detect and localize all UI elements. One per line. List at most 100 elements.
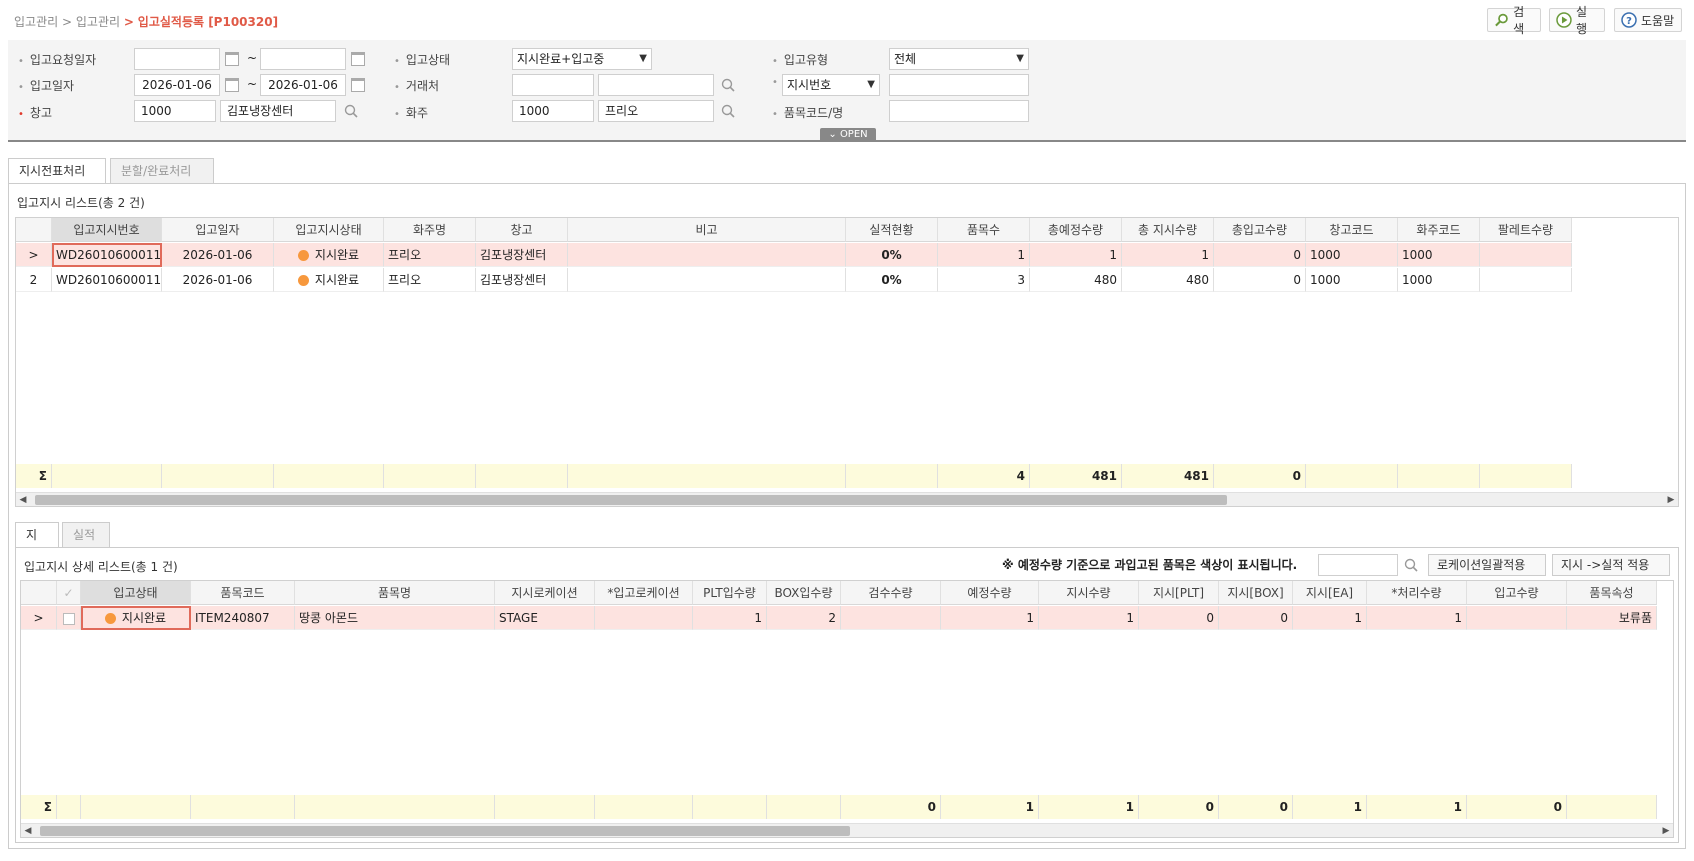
- column-header[interactable]: 검수수량: [841, 581, 941, 605]
- search-icon[interactable]: [343, 103, 359, 119]
- sum-ordered: 481: [1122, 464, 1214, 488]
- detail-filter-input[interactable]: [1318, 554, 1398, 576]
- help-button[interactable]: ? 도움말: [1614, 8, 1682, 32]
- scroll-right-icon[interactable]: ▶: [1659, 824, 1673, 837]
- column-header[interactable]: 지시[BOX]: [1219, 581, 1293, 605]
- cell-items: 1: [938, 243, 1030, 267]
- in-date-to-input[interactable]: 2026-01-06: [260, 74, 346, 96]
- horizontal-scrollbar[interactable]: ◀ ▶: [21, 823, 1673, 837]
- status-select[interactable]: 지시완료+입고중 ▼: [512, 48, 652, 70]
- status-dot-icon: [104, 613, 116, 624]
- column-header[interactable]: 입고지시번호: [52, 218, 162, 242]
- req-date-label: 입고요청일자: [18, 51, 96, 68]
- row-marker: >: [16, 243, 52, 267]
- column-header[interactable]: 총예정수량: [1030, 218, 1122, 242]
- tab-order[interactable]: 지시: [15, 522, 59, 566]
- cell-wh_code: 1000: [1306, 268, 1398, 292]
- column-header[interactable]: 비고: [568, 218, 846, 242]
- column-header[interactable]: 총 지시수량: [1122, 218, 1214, 242]
- column-header[interactable]: 품목속성: [1567, 581, 1657, 605]
- order-no-input[interactable]: [889, 74, 1029, 96]
- help-icon: ?: [1621, 12, 1637, 28]
- select-all-checkbox[interactable]: ✓: [57, 581, 81, 605]
- table-row[interactable]: > 지시완료 ITEM240807 땅콩 아몬드 STAGE 1 2 1 1 0 0 1 1 보류품: [21, 606, 1657, 630]
- column-header[interactable]: 입고수량: [1467, 581, 1567, 605]
- warehouse-code-input[interactable]: 1000: [134, 100, 216, 122]
- vendor-name-input[interactable]: [598, 74, 714, 96]
- cell-in_loc[interactable]: [595, 606, 693, 630]
- search-button[interactable]: 검색: [1487, 5, 1541, 36]
- sum-cell: [295, 795, 495, 819]
- horizontal-scrollbar[interactable]: ◀ ▶: [16, 492, 1678, 506]
- scroll-left-icon[interactable]: ◀: [21, 824, 35, 837]
- cell-note: [568, 243, 846, 267]
- column-header[interactable]: 팔레트수량: [1480, 218, 1572, 242]
- panel-open-toggle[interactable]: ⌄ OPEN: [820, 128, 876, 142]
- cell-process[interactable]: 1: [1367, 606, 1467, 630]
- calendar-icon[interactable]: [225, 78, 239, 92]
- vendor-code-input[interactable]: [512, 74, 594, 96]
- sum-cell: [162, 464, 274, 488]
- cell-planned: 1: [941, 606, 1039, 630]
- warehouse-label: 창고: [18, 104, 52, 121]
- row-checkbox[interactable]: [62, 612, 75, 625]
- scroll-right-icon[interactable]: ▶: [1664, 493, 1678, 506]
- run-button[interactable]: 실행: [1549, 5, 1605, 36]
- search-icon[interactable]: [720, 77, 736, 93]
- search-icon[interactable]: [1403, 557, 1419, 573]
- sum-received: 0: [1214, 464, 1306, 488]
- tab-result[interactable]: 실적: [62, 522, 110, 548]
- order-to-result-button[interactable]: 지시 ->실적 적용: [1552, 554, 1670, 576]
- column-header[interactable]: PLT입수량: [693, 581, 767, 605]
- column-header[interactable]: 창고: [476, 218, 568, 242]
- column-header[interactable]: 실적현황: [846, 218, 938, 242]
- in-date-label: 입고일자: [18, 77, 74, 94]
- breadcrumb-level2[interactable]: 입고관리: [76, 15, 120, 29]
- column-header[interactable]: *입고로케이션: [595, 581, 693, 605]
- column-header[interactable]: 창고코드: [1306, 218, 1398, 242]
- tab-split-complete[interactable]: 분할/완료처리: [110, 158, 214, 184]
- owner-name-input[interactable]: 프리오: [598, 100, 714, 122]
- order-no-select[interactable]: 지시번호 ▼: [782, 74, 880, 96]
- cell-inspect: [841, 606, 941, 630]
- item-input[interactable]: [889, 100, 1029, 122]
- location-bulk-apply-button[interactable]: 로케이션일괄적용: [1428, 554, 1546, 576]
- column-header[interactable]: 총입고수량: [1214, 218, 1306, 242]
- detail-list-title: 입고지시 상세 리스트(총 1 건): [24, 560, 178, 574]
- scrollbar-thumb[interactable]: [40, 826, 850, 836]
- req-date-from-input[interactable]: [134, 48, 220, 70]
- cell-received: [1467, 606, 1567, 630]
- column-header[interactable]: 예정수량: [941, 581, 1039, 605]
- table-row[interactable]: >WD26010600011982026-01-06 지시완료 프리오김포냉장센터 0…: [16, 243, 1572, 267]
- column-header[interactable]: 입고일자: [162, 218, 274, 242]
- column-header[interactable]: BOX입수량: [767, 581, 841, 605]
- owner-code-input[interactable]: 1000: [512, 100, 594, 122]
- calendar-icon[interactable]: [351, 78, 365, 92]
- type-select[interactable]: 전체 ▼: [889, 48, 1029, 70]
- table-row[interactable]: 2WD26010600011972026-01-06 지시완료 프리오김포냉장센터 0…: [16, 268, 1572, 292]
- column-header[interactable]: 지시수량: [1039, 581, 1139, 605]
- warehouse-name-input[interactable]: 김포냉장센터: [220, 100, 336, 122]
- in-date-from-input[interactable]: 2026-01-06: [134, 74, 220, 96]
- search-icon[interactable]: [720, 103, 736, 119]
- column-header[interactable]: 품목수: [938, 218, 1030, 242]
- column-header[interactable]: 지시로케이션: [495, 581, 595, 605]
- column-header[interactable]: 품목코드: [191, 581, 295, 605]
- calendar-icon[interactable]: [225, 52, 239, 66]
- column-header[interactable]: *처리수량: [1367, 581, 1467, 605]
- sigma-icon: Σ: [21, 795, 57, 819]
- cell-owner_code: 1000: [1398, 268, 1480, 292]
- column-header[interactable]: 지시[EA]: [1293, 581, 1367, 605]
- calendar-icon[interactable]: [351, 52, 365, 66]
- column-header[interactable]: 지시[PLT]: [1139, 581, 1219, 605]
- column-header[interactable]: 입고지시상태: [274, 218, 384, 242]
- scrollbar-thumb[interactable]: [35, 495, 1227, 505]
- breadcrumb-level1[interactable]: 입고관리: [14, 15, 58, 29]
- column-header[interactable]: 화주코드: [1398, 218, 1480, 242]
- column-header[interactable]: 입고상태: [81, 581, 191, 605]
- tab-order-slip[interactable]: 지시전표처리: [8, 158, 106, 184]
- req-date-to-input[interactable]: [260, 48, 346, 70]
- scroll-left-icon[interactable]: ◀: [16, 493, 30, 506]
- column-header[interactable]: 품목명: [295, 581, 495, 605]
- column-header[interactable]: 화주명: [384, 218, 476, 242]
